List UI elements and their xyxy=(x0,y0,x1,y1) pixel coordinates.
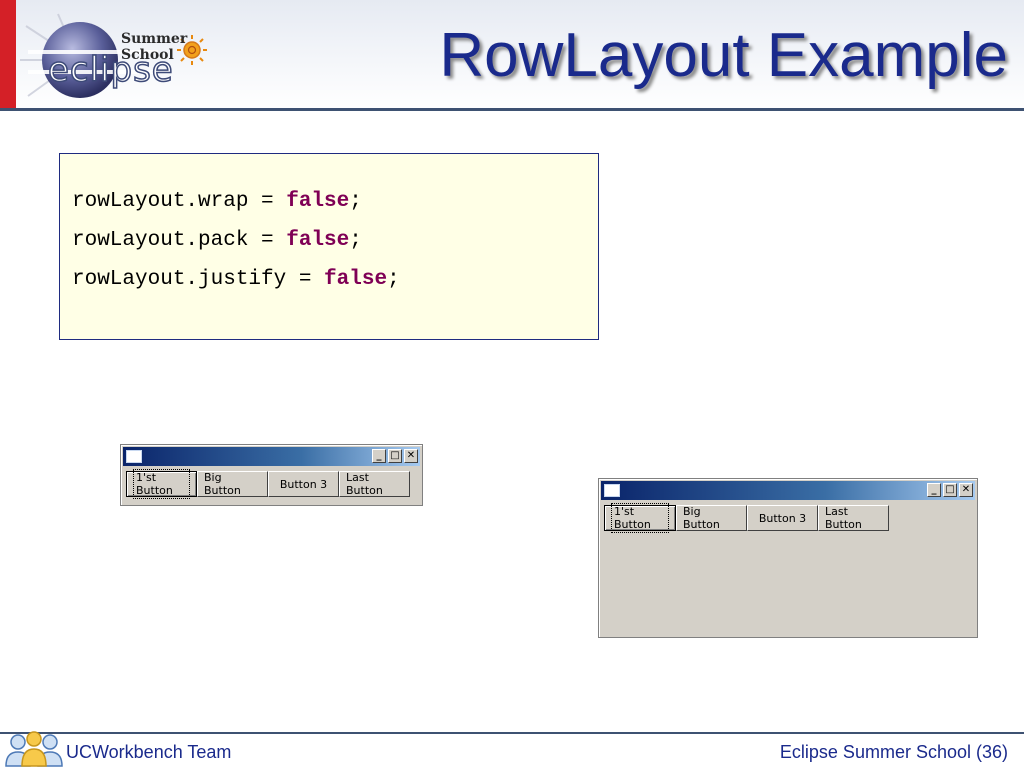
button-label: Button 3 xyxy=(279,477,328,491)
minimize-button[interactable]: _ xyxy=(927,483,941,497)
button-label: 1'st Button xyxy=(611,503,669,533)
code-keyword: false xyxy=(286,190,350,213)
button-3[interactable]: Button 3 xyxy=(268,471,339,497)
code-text: ; xyxy=(387,268,400,291)
button-label: 1'st Button xyxy=(133,469,190,499)
code-block: rowLayout.wrap = false; rowLayout.pack =… xyxy=(59,153,599,340)
close-button[interactable]: ✕ xyxy=(404,449,418,463)
first-button[interactable]: 1'st Button xyxy=(126,469,197,499)
footer-divider xyxy=(0,732,1024,734)
big-button[interactable]: Big Button xyxy=(197,471,268,497)
accent-bar xyxy=(0,0,16,108)
button-label: Last Button xyxy=(825,505,862,531)
logo-subtitle: Summer School xyxy=(121,31,188,63)
last-button[interactable]: Last Button xyxy=(339,471,410,497)
code-line: rowLayout.pack = false; xyxy=(72,226,400,265)
code-text: rowLayout.pack = xyxy=(72,229,287,252)
button-label: Button 3 xyxy=(758,511,807,525)
window-icon xyxy=(604,484,620,497)
code-keyword: false xyxy=(324,268,388,291)
window-titlebar[interactable]: _ □ ✕ xyxy=(123,447,420,466)
minimize-button[interactable]: _ xyxy=(372,449,386,463)
people-group-icon xyxy=(5,731,63,767)
window-icon xyxy=(126,450,142,463)
code-text: rowLayout.wrap = xyxy=(72,190,287,213)
footer-team: UCWorkbench Team xyxy=(66,742,232,762)
swt-window-small: _ □ ✕ 1'st Button Big Button Button 3 La… xyxy=(120,444,423,506)
header-divider xyxy=(0,108,1024,111)
page-title: RowLayout Example xyxy=(439,21,1008,90)
window-titlebar[interactable]: _ □ ✕ xyxy=(601,481,975,500)
maximize-button[interactable]: □ xyxy=(943,483,957,497)
button-label: Big Button xyxy=(204,471,241,497)
eclipse-logo: eclipse Summer School xyxy=(18,12,233,106)
maximize-button[interactable]: □ xyxy=(388,449,402,463)
code-text: ; xyxy=(349,229,362,252)
code-keyword: false xyxy=(286,229,350,252)
code-text: rowLayout.justify = xyxy=(72,268,325,291)
button-label: Last Button xyxy=(346,471,383,497)
footer-page-info: Eclipse Summer School (36) xyxy=(779,742,1008,762)
first-button[interactable]: 1'st Button xyxy=(604,503,676,533)
code-line: rowLayout.wrap = false; xyxy=(72,187,400,226)
close-button[interactable]: ✕ xyxy=(959,483,973,497)
last-button[interactable]: Last Button xyxy=(818,505,889,531)
code-line: rowLayout.justify = false; xyxy=(72,265,400,304)
swt-window-large: _ □ ✕ 1'st Button Big Button Button 3 La… xyxy=(598,478,978,638)
code-text: ; xyxy=(349,190,362,213)
button-3[interactable]: Button 3 xyxy=(747,505,818,531)
big-button[interactable]: Big Button xyxy=(676,505,747,531)
button-label: Big Button xyxy=(683,505,720,531)
